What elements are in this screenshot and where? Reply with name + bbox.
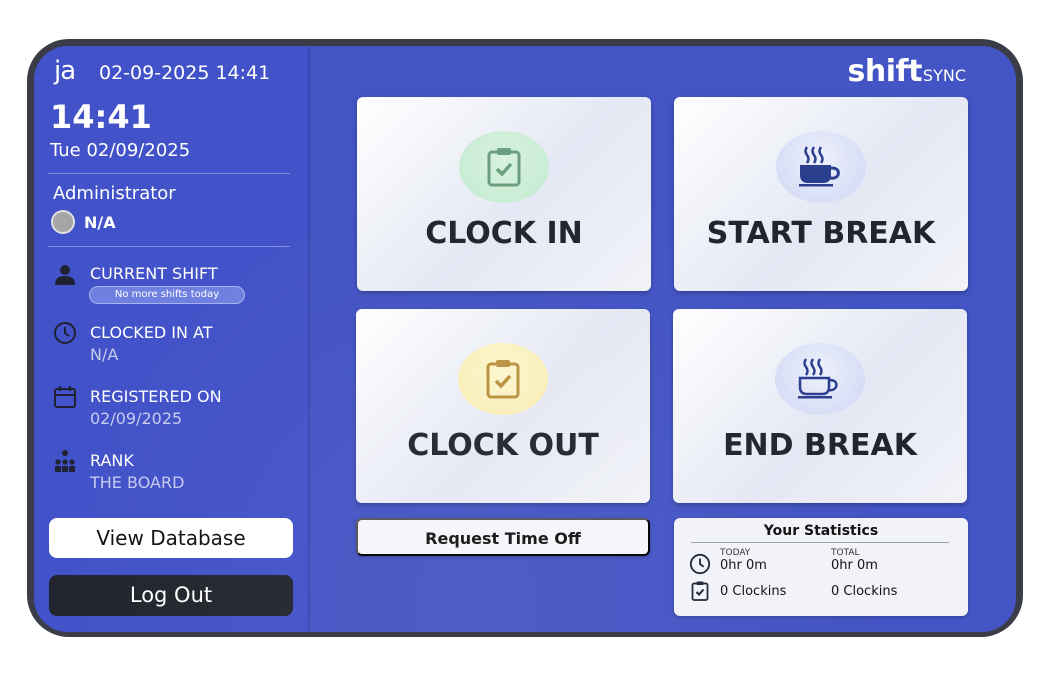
current-shift-label: CURRENT SHIFT — [90, 264, 218, 283]
clock-out-icon-badge — [458, 343, 548, 415]
clock-icon — [53, 321, 77, 345]
app-screen: ja 02-09-2025 14:41 14:41 Tue 02/09/2025… — [34, 46, 1016, 632]
start-break-button[interactable]: START BREAK — [674, 97, 968, 291]
request-time-off-button[interactable]: Request Time Off — [356, 518, 650, 556]
clock-out-button[interactable]: CLOCK OUT — [356, 309, 650, 503]
divider — [48, 173, 290, 174]
current-date: Tue 02/09/2025 — [50, 140, 191, 161]
clocked-in-label: CLOCKED IN AT — [90, 323, 213, 342]
total-clockins: 0 Clockins — [831, 584, 898, 599]
brand-logo: ja — [54, 56, 76, 86]
end-break-icon-badge — [775, 343, 865, 415]
clipboard-check-icon — [691, 581, 709, 605]
calendar-icon — [53, 385, 77, 409]
start-break-label: START BREAK — [706, 216, 936, 251]
clipboard-check-icon — [486, 360, 520, 399]
total-caption: TOTAL — [831, 548, 860, 558]
today-caption: TODAY — [720, 548, 751, 558]
clock-out-label: CLOCK OUT — [407, 428, 599, 463]
statistics-title: Your Statistics — [763, 523, 879, 539]
rank-value: THE BOARD — [90, 473, 185, 492]
divider — [48, 246, 290, 247]
log-out-button[interactable]: Log Out — [49, 575, 293, 616]
clocked-in-value: N/A — [90, 345, 119, 364]
today-clockins: 0 Clockins — [720, 584, 787, 599]
clipboard-check-icon — [487, 148, 521, 187]
user-role: Administrator — [53, 183, 176, 204]
view-database-button[interactable]: View Database — [49, 518, 293, 558]
statistics-panel: Your Statistics TODAY TOTAL 0hr 0m 0hr 0… — [674, 518, 968, 616]
clock-in-label: CLOCK IN — [425, 216, 583, 251]
sidebar: ja 02-09-2025 14:41 14:41 Tue 02/09/2025… — [34, 46, 310, 632]
logo-sub-text: SYNC — [922, 66, 966, 85]
status-indicator — [51, 210, 75, 234]
coffee-cup-icon — [799, 146, 840, 187]
clock-in-icon-badge — [459, 131, 549, 203]
today-hours: 0hr 0m — [720, 558, 767, 573]
start-break-icon-badge — [776, 131, 866, 203]
registered-on-label: REGISTERED ON — [90, 387, 222, 406]
clock-in-button[interactable]: CLOCK IN — [357, 97, 651, 291]
registered-on-value: 02/09/2025 — [90, 409, 183, 428]
total-hours: 0hr 0m — [831, 558, 878, 573]
end-break-button[interactable]: END BREAK — [673, 309, 967, 503]
divider — [691, 542, 949, 543]
current-time: 14:41 — [50, 98, 152, 136]
shiftsync-logo: shiftSYNC — [848, 54, 966, 89]
header-datetime: 02-09-2025 14:41 — [99, 62, 271, 84]
clock-icon — [689, 553, 711, 579]
shift-status-badge: No more shifts today — [89, 286, 245, 304]
logo-main-text: shift — [847, 54, 923, 89]
hierarchy-icon — [53, 449, 77, 473]
coffee-cup-outline-icon — [798, 358, 838, 399]
status-text: N/A — [84, 213, 116, 232]
rank-label: RANK — [90, 451, 134, 470]
person-icon — [53, 263, 77, 287]
end-break-label: END BREAK — [723, 428, 917, 463]
